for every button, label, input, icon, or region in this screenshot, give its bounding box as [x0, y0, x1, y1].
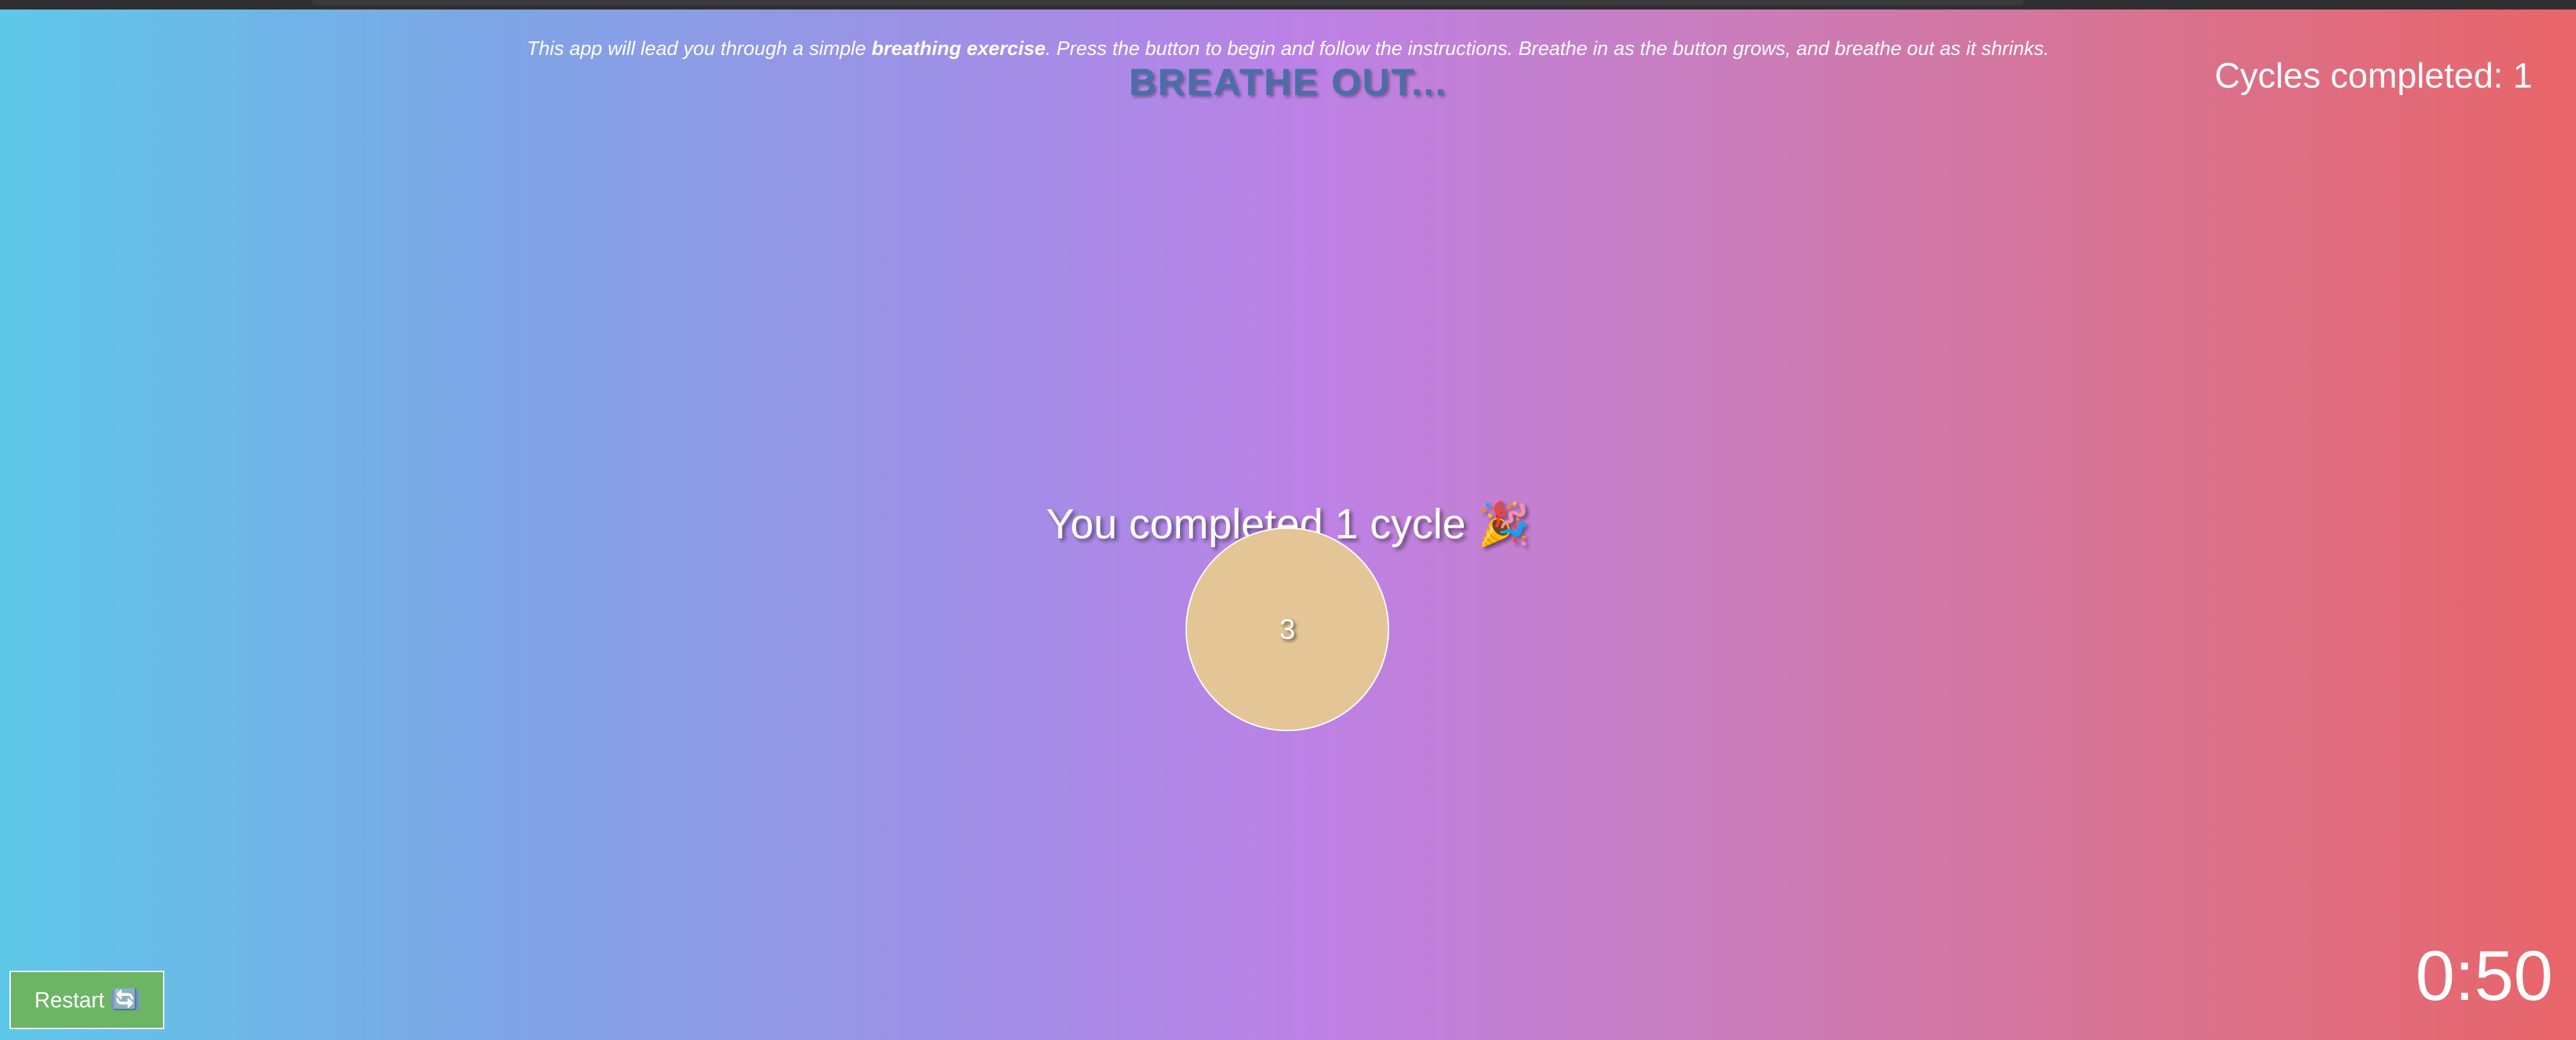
browser-top-strip: [0, 0, 2576, 10]
intro-text-bold: breathing exercise: [871, 38, 1046, 60]
restart-button[interactable]: Restart 🔄: [10, 971, 164, 1029]
intro-text-after: . Press the button to begin and follow t…: [1045, 38, 2050, 60]
phase-title: BREATHE OUT...: [1128, 60, 1448, 103]
intro-text-before: This app will lead you through a simple: [526, 38, 872, 60]
browser-top-strip-bar: [312, 0, 2023, 5]
intro-text: This app will lead you through a simple …: [0, 36, 2576, 62]
session-timer: 0:50: [2415, 937, 2553, 1016]
breath-circle-button[interactable]: 3: [1185, 527, 1389, 731]
refresh-icon: 🔄: [111, 988, 140, 1011]
party-popper-icon: 🎉: [1477, 501, 1530, 548]
restart-button-label: Restart: [34, 987, 105, 1012]
breath-countdown: 3: [1279, 613, 1295, 645]
cycles-counter: Cycles completed: 1: [2214, 56, 2533, 96]
